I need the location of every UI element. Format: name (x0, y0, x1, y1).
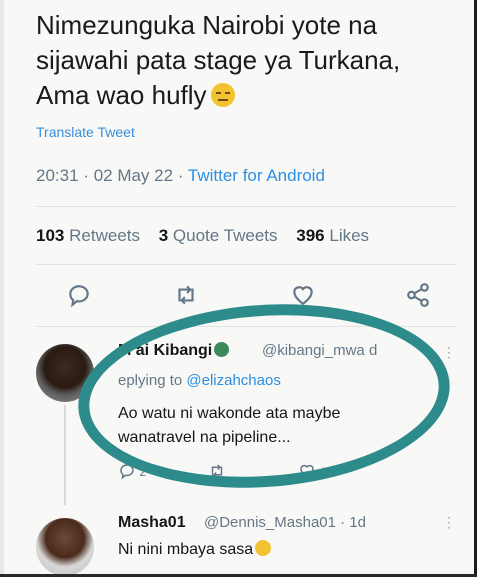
retweets-label: Retweets (69, 226, 140, 245)
tweet-timestamp: 20:31 · 02 May 22 · Twitter for Android (36, 166, 325, 186)
retweets-count: 103 (36, 226, 65, 245)
meta-separator-2: · (177, 166, 184, 185)
share-icon[interactable] (405, 282, 431, 308)
reply-icon[interactable] (66, 282, 92, 308)
likes-count: 396 (296, 226, 325, 245)
reply-text: Ni nini mbaya sasa (118, 540, 272, 559)
retweets-stat[interactable]: 103 Retweets (36, 226, 140, 245)
reply-author-handle: @Dennis_Masha01 · 1d (204, 514, 366, 531)
tweet-source-link[interactable]: Twitter for Android (188, 166, 325, 185)
laughing-face-emoji-icon (255, 540, 272, 556)
tweet-time: 20:31 (36, 166, 79, 185)
quote-tweets-stat[interactable]: 3 Quote Tweets (159, 226, 278, 245)
tweet-line-3: Ama wao hufly (36, 78, 456, 113)
thread-line (64, 405, 66, 505)
reply-text-content: Ni nini mbaya sasa (118, 541, 254, 558)
likes-label: Likes (329, 226, 370, 245)
tweet-date: 02 May 22 (93, 166, 174, 185)
divider (36, 264, 457, 265)
avatar[interactable] (36, 518, 94, 576)
quote-tweets-count: 3 (158, 226, 169, 245)
reply-author-name[interactable]: Masha01 (118, 514, 186, 532)
more-options-icon[interactable]: ⋮ (442, 344, 456, 361)
unamused-face-emoji-icon (210, 83, 235, 107)
meta-separator: · (83, 166, 89, 185)
likes-stat[interactable]: 396 Likes (296, 226, 369, 245)
tweet-text: Nimezunguka Nairobi yote na sijawahi pat… (36, 8, 456, 113)
quote-tweets-label: Quote Tweets (172, 226, 278, 245)
engagement-stats: 103 Retweets 3 Quote Tweets 396 Likes (36, 226, 369, 246)
divider (36, 206, 457, 207)
translate-tweet-link[interactable]: Translate Tweet (36, 124, 135, 140)
tweet-line-2: sijawahi pata stage ya Turkana, (36, 45, 401, 75)
tweet-line-1: Nimezunguka Nairobi yote na (36, 10, 378, 40)
more-options-icon[interactable]: ⋮ (442, 514, 456, 531)
tweet-line-3-text: Ama wao hufly (36, 80, 207, 110)
tweet-detail-screen: Nimezunguka Nairobi yote na sijawahi pat… (0, 0, 477, 577)
left-edge (0, 0, 4, 577)
retweet-icon[interactable] (173, 282, 199, 308)
